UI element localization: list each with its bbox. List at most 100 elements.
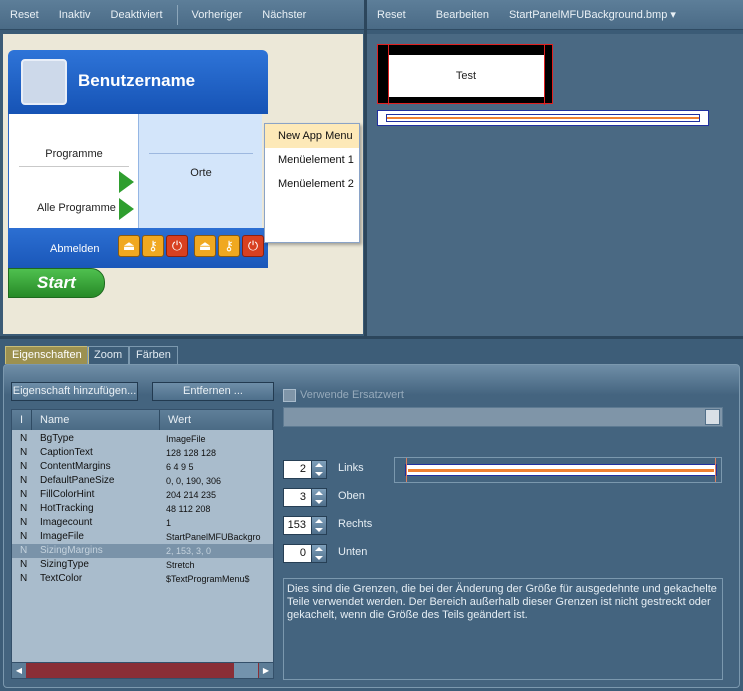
cell-name: TextColor [40,573,83,584]
cell-i: N [20,545,28,556]
table-row[interactable]: N DefaultPaneSize 0, 0, 190, 306 [12,474,273,488]
tab-properties[interactable]: Eigenschaften [5,346,89,364]
disabled-button[interactable]: Deaktiviert [101,9,173,21]
column-header-name[interactable]: Name [32,410,160,430]
start-button[interactable]: Start [8,268,105,298]
menu-item-1[interactable]: Menüelement 1 [265,148,359,172]
cell-name: Imagecount [40,517,93,528]
sizing-preview [394,457,722,483]
value-field[interactable] [283,407,723,427]
cell-value: Stretch [166,560,195,570]
cell-value: ImageFile [166,434,206,444]
reset-right-button[interactable]: Reset [367,9,416,21]
fallback-checkbox[interactable] [283,389,296,402]
start-menu-header: Benutzername [8,50,268,114]
add-property-button[interactable]: Eigenschaft hinzufügen... [11,382,138,401]
right-toolbar: Reset Bearbeiten StartPanelMFUBackground… [367,0,743,30]
top-margin-stepper[interactable]: 3 [283,488,327,507]
cell-value: 6 4 9 5 [166,462,194,472]
sizing-bar [405,464,717,476]
table-row[interactable]: N HotTracking 48 112 208 [12,502,273,516]
bitmap-bar [386,114,700,122]
all-programs-label[interactable]: Alle Programme [37,202,116,214]
avatar [21,59,67,105]
eject-icon[interactable]: ⏏ [194,235,216,257]
bottom-margin-label: Unten [338,546,368,558]
top-margin-label: Oben [338,490,365,502]
eject-icon[interactable]: ⏏ [118,235,140,257]
image-preview: Test [377,44,553,105]
table-row[interactable]: N ImageFile StartPanelMFUBackgro [12,530,273,544]
edit-button[interactable]: Bearbeiten [416,9,499,21]
cell-name: ContentMargins [40,461,111,472]
tab-zoom[interactable]: Zoom [87,346,130,364]
programs-pane: Programme Alle Programme [8,114,138,228]
scroll-left-icon[interactable]: ◀ [12,663,26,678]
table-row-selected[interactable]: N SizingMargins 2, 153, 3, 0 [12,544,273,558]
scroll-thumb[interactable] [234,663,258,678]
next-button[interactable]: Nächster [252,9,316,21]
power-icon[interactable]: ⏻ [166,235,188,257]
fallback-label: Verwende Ersatzwert [300,389,404,401]
previous-button[interactable]: Vorheriger [182,9,253,21]
column-header-value[interactable]: Wert [160,410,273,430]
logoff-label[interactable]: Abmelden [50,243,100,255]
cell-value: 2, 153, 3, 0 [166,546,212,556]
key-icon[interactable]: ⚷ [142,235,164,257]
places-label[interactable]: Orte [139,167,263,179]
margin-guide[interactable] [715,458,716,482]
cell-i: N [20,573,28,584]
cell-i: N [20,461,28,472]
cell-value: 128 128 128 [166,448,217,458]
arrow-right-icon [119,171,134,193]
chevron-down-icon: ▾ [670,9,676,21]
key-icon[interactable]: ⚷ [218,235,240,257]
cell-value: $TextProgramMenu$ [166,574,250,584]
table-row[interactable]: N SizingType Stretch [12,558,273,572]
table-row[interactable]: N CaptionText 128 128 128 [12,446,273,460]
menu-item-new-app[interactable]: New App Menu [265,124,359,148]
spinner-arrows-icon[interactable] [311,517,326,534]
spinner-arrows-icon[interactable] [311,489,326,506]
power-icon[interactable]: ⏻ [242,235,264,257]
spinner-arrows-icon[interactable] [311,545,326,562]
horizontal-scrollbar[interactable]: ◀ ▶ [12,662,273,678]
column-header-i[interactable]: I [12,410,32,430]
browse-button[interactable] [705,409,720,425]
cell-i: N [20,489,28,500]
menu-item-2[interactable]: Menüelement 2 [265,172,359,196]
spinner-arrows-icon[interactable] [311,461,326,478]
tab-colors[interactable]: Färben [129,346,178,364]
left-margin-stepper[interactable]: 2 [283,460,327,479]
username: Benutzername [78,71,196,90]
table-row[interactable]: N BgType ImageFile [12,432,273,446]
reset-button[interactable]: Reset [0,9,49,21]
table-row[interactable]: N Imagecount 1 [12,516,273,530]
sizing-bar-fill [408,469,714,472]
bottom-margin-stepper[interactable]: 0 [283,544,327,563]
programs-label[interactable]: Programme [9,148,139,160]
arrow-right-icon [119,198,134,220]
places-pane: Orte [138,114,262,228]
cell-value: 1 [166,518,172,528]
left-margin-value: 2 [299,463,306,475]
left-toolbar: Reset Inaktiv Deaktiviert Vorheriger Näc… [0,0,364,30]
table-row[interactable]: N TextColor $TextProgramMenu$ [12,572,273,586]
cell-i: N [20,475,28,486]
cell-i: N [20,559,28,570]
cell-name: DefaultPaneSize [40,475,115,486]
table-row[interactable]: N ContentMargins 6 4 9 5 [12,460,273,474]
right-margin-label: Rechts [338,518,373,530]
margin-guide[interactable] [406,458,407,482]
cell-name: SizingType [40,559,89,570]
cell-value: 0, 0, 190, 306 [166,476,222,486]
remove-button[interactable]: Entfernen ... [152,382,274,401]
right-margin-stepper[interactable]: 153 [283,516,327,535]
file-dropdown[interactable]: StartPanelMFUBackground.bmp ▾ [499,8,686,21]
scroll-right-icon[interactable]: ▶ [259,663,273,678]
cell-i: N [20,503,28,514]
inactive-button[interactable]: Inaktiv [49,9,101,21]
cell-value: 48 112 208 [166,504,211,514]
table-row[interactable]: N FillColorHint 204 214 235 [12,488,273,502]
divider [19,166,129,167]
